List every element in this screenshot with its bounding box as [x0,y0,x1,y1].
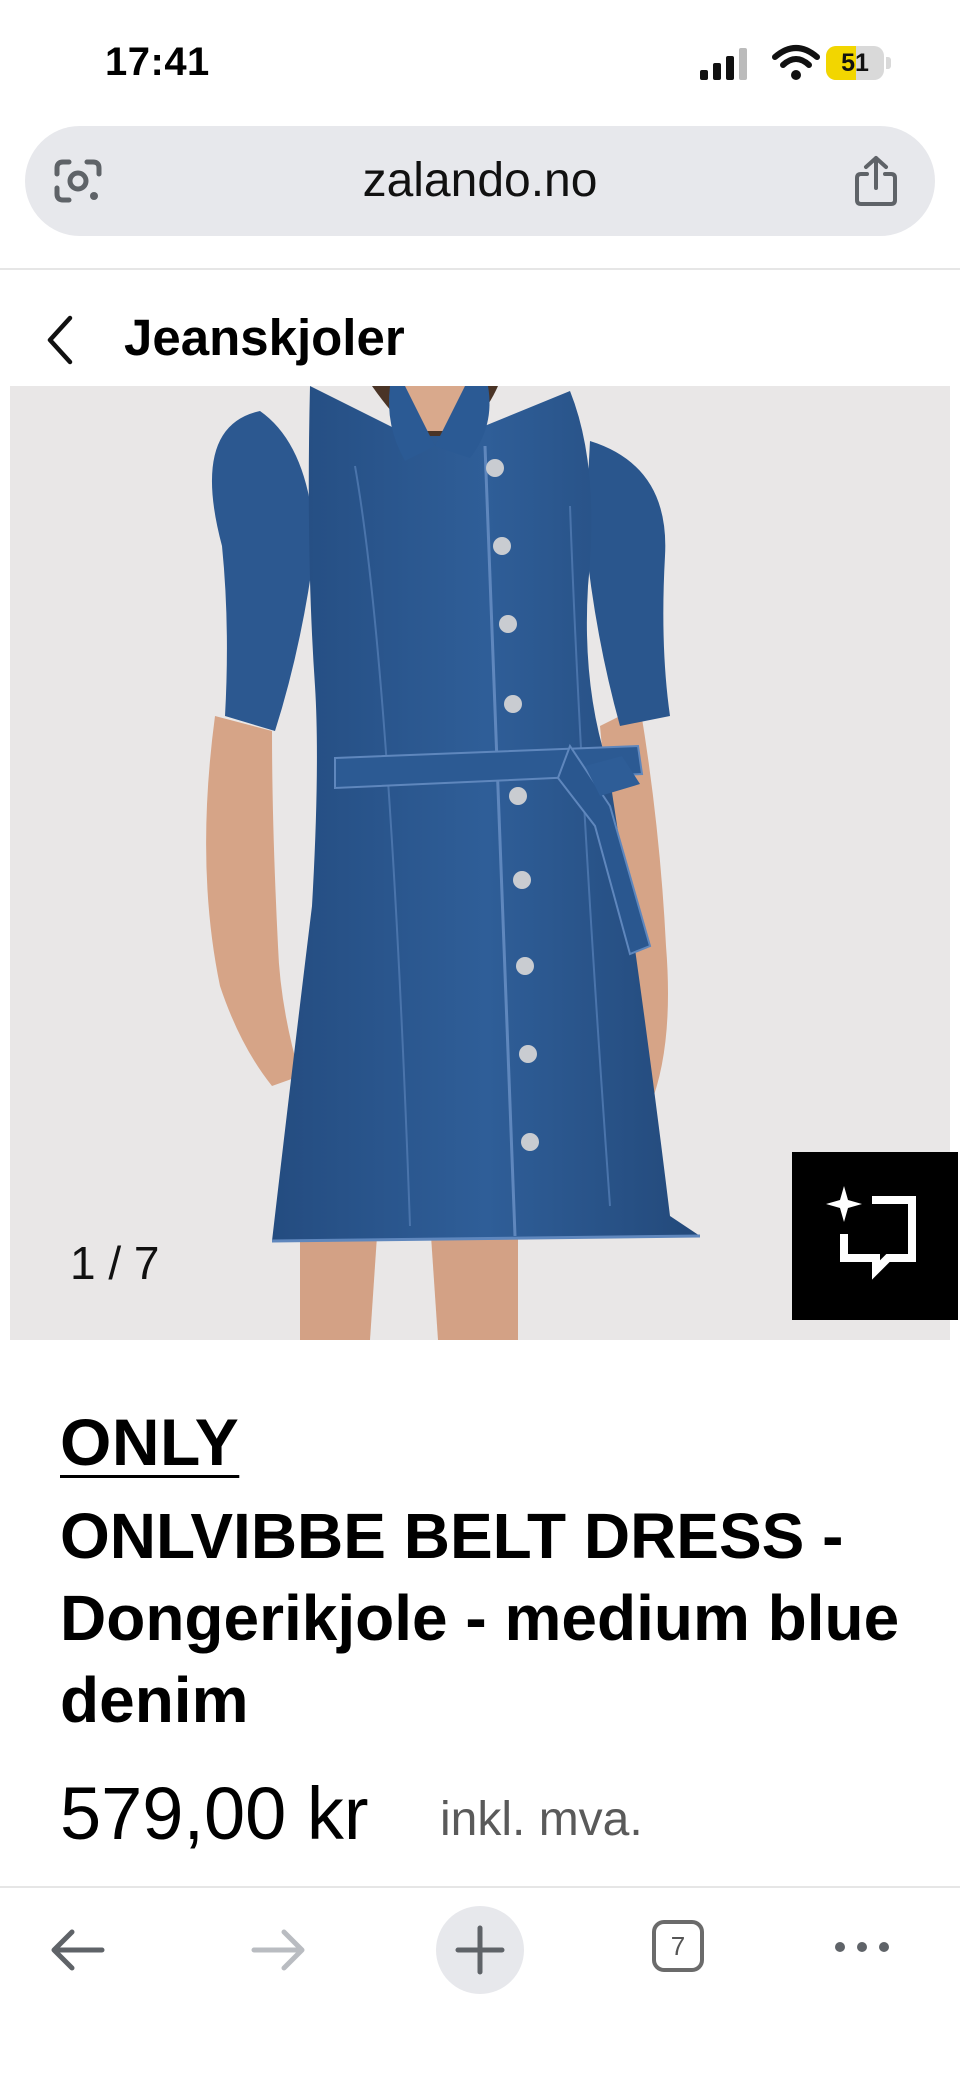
arrow-right-icon[interactable] [246,1918,310,1982]
wifi-icon [772,44,820,82]
product-price: 579,00 kr [60,1774,369,1854]
address-bar[interactable]: zalando.no [25,126,935,236]
tab-count: 7 [671,1931,685,1961]
divider [0,268,960,270]
plus-icon [436,1906,524,1994]
more-icon[interactable] [832,1932,892,1962]
ai-try-on-icon [792,1152,958,1320]
browser-toolbar: 7 [0,1888,960,2078]
tabs-icon: 7 [652,1920,704,1972]
signal-icon [700,48,750,80]
battery-icon: 51 [826,46,892,80]
new-tab-button[interactable] [436,1906,524,1994]
share-icon[interactable] [853,154,899,208]
status-time: 17:41 [105,40,210,85]
status-bar: 17:41 51 [0,0,960,120]
ai-try-on-button[interactable] [792,1152,958,1320]
product-name: ONLVIBBE BELT DRESS - Dongerikjole - med… [60,1495,920,1741]
arrow-left-icon[interactable] [46,1918,110,1982]
chevron-left-icon[interactable] [40,312,80,368]
image-counter: 1 / 7 [70,1236,160,1290]
tabs-button[interactable]: 7 [648,1916,712,1980]
brand-link[interactable]: ONLY [60,1402,239,1482]
category-title: Jeanskjoler [124,308,405,367]
url-text[interactable]: zalando.no [145,126,815,236]
vat-note: inkl. mva. [440,1790,643,1850]
google-lens-icon[interactable] [53,158,103,204]
battery-level: 51 [826,46,884,80]
page-header: Jeanskjoler [0,290,960,386]
